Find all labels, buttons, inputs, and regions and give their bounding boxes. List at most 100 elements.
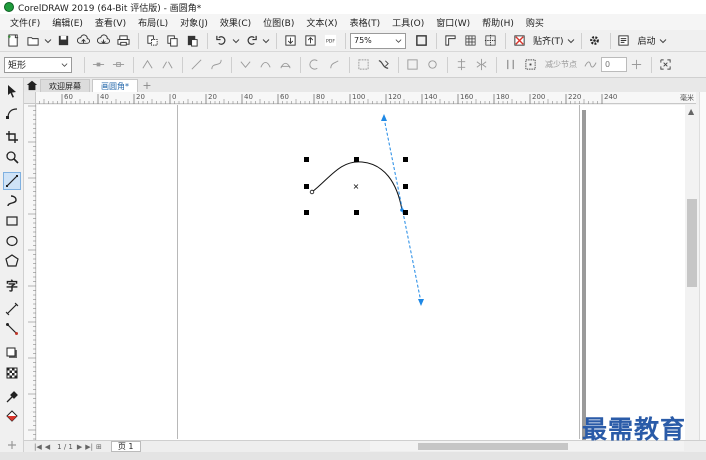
polygon-tool-icon[interactable] xyxy=(3,252,21,270)
scroll-up-arrow-icon[interactable]: ▲ xyxy=(688,107,694,116)
menu-object[interactable]: 对象(J) xyxy=(174,16,214,29)
drawing-canvas[interactable] xyxy=(37,105,685,440)
import-icon[interactable] xyxy=(281,32,299,50)
menu-text[interactable]: 文本(X) xyxy=(300,16,343,29)
plus-icon[interactable] xyxy=(627,56,645,74)
last-page-icon[interactable]: ▶| xyxy=(85,443,93,451)
interactive-fill-tool-icon[interactable] xyxy=(3,408,21,426)
ruler-origin[interactable] xyxy=(24,92,36,104)
artistic-media-tool-icon[interactable] xyxy=(3,192,21,210)
new-tab-plus-icon[interactable]: + xyxy=(140,79,154,92)
ellipse-tool-icon[interactable] xyxy=(3,232,21,250)
chevron-down-icon[interactable] xyxy=(44,32,52,50)
next-page-icon[interactable]: ▶ xyxy=(77,443,82,451)
to-line-icon[interactable] xyxy=(187,56,205,74)
connector-tool-icon[interactable] xyxy=(3,320,21,338)
menu-window[interactable]: 窗口(W) xyxy=(430,16,476,29)
break-curve-icon[interactable] xyxy=(158,56,176,74)
color-palette-strip[interactable] xyxy=(699,92,706,440)
cusp-node-icon[interactable] xyxy=(236,56,254,74)
symmetrical-node-icon[interactable] xyxy=(276,56,294,74)
options-gear-icon[interactable] xyxy=(586,32,604,50)
text-tool-icon[interactable]: 字 xyxy=(3,276,21,294)
join-nodes-icon[interactable] xyxy=(138,56,156,74)
publish-pdf-icon[interactable]: PDF xyxy=(321,32,339,50)
home-icon[interactable] xyxy=(24,78,40,92)
add-node-icon[interactable] xyxy=(89,56,107,74)
transparency-tool-icon[interactable] xyxy=(3,364,21,382)
tab-active-document[interactable]: 画圆角* xyxy=(92,79,138,92)
menu-view[interactable]: 查看(V) xyxy=(89,16,132,29)
add-page-icon[interactable]: ⊞ xyxy=(96,443,102,451)
export-icon[interactable] xyxy=(301,32,319,50)
cut-icon[interactable] xyxy=(143,32,161,50)
rectangle-tool-icon[interactable] xyxy=(3,212,21,230)
extract-subpath-icon[interactable] xyxy=(354,56,372,74)
menu-bitmaps[interactable]: 位图(B) xyxy=(257,16,300,29)
elastic-mode-icon[interactable] xyxy=(501,56,519,74)
parallel-dimension-tool-icon[interactable] xyxy=(3,300,21,318)
close-curve-icon[interactable] xyxy=(374,56,392,74)
menu-file[interactable]: 文件(F) xyxy=(4,16,46,29)
freehand-tool-icon[interactable] xyxy=(3,172,21,190)
chevron-down-icon[interactable] xyxy=(232,32,240,50)
paste-icon[interactable] xyxy=(183,32,201,50)
vertical-scrollbar[interactable]: ▲ xyxy=(685,105,699,440)
chevron-down-icon[interactable] xyxy=(262,32,270,50)
open-folder-icon[interactable] xyxy=(24,32,42,50)
extend-curve-icon[interactable] xyxy=(325,56,343,74)
show-guidelines-icon[interactable] xyxy=(481,32,499,50)
page-sheet[interactable] xyxy=(177,105,580,439)
show-rulers-icon[interactable] xyxy=(441,32,459,50)
snap-to-menu[interactable]: 贴齐(T) xyxy=(533,34,564,47)
menu-layout[interactable]: 布局(L) xyxy=(132,16,174,29)
chevron-down-icon[interactable] xyxy=(659,32,667,50)
tab-welcome-screen[interactable]: 欢迎屏幕 xyxy=(40,79,90,92)
stretch-nodes-icon[interactable] xyxy=(403,56,421,74)
zoom-tool-icon[interactable] xyxy=(3,148,21,166)
menu-buy[interactable]: 购买 xyxy=(520,16,550,29)
new-document-icon[interactable] xyxy=(4,32,22,50)
reduce-nodes-button[interactable]: 减少节点 xyxy=(545,59,577,70)
cloud-upload-icon[interactable] xyxy=(74,32,92,50)
curve-smoothness-input[interactable]: 0 xyxy=(601,57,627,72)
smooth-node-icon[interactable] xyxy=(256,56,274,74)
select-all-nodes-icon[interactable] xyxy=(521,56,539,74)
select-all-nodes-box-icon[interactable] xyxy=(656,56,674,74)
chevron-down-icon[interactable] xyxy=(567,32,575,50)
launch-menu[interactable]: 启动 xyxy=(638,34,656,47)
snap-off-icon[interactable] xyxy=(510,32,528,50)
menu-edit[interactable]: 编辑(E) xyxy=(46,16,89,29)
menu-effects[interactable]: 效果(C) xyxy=(214,16,257,29)
zoom-level-select[interactable]: 75% xyxy=(350,32,406,49)
menu-tools[interactable]: 工具(O) xyxy=(386,16,430,29)
drop-shadow-tool-icon[interactable] xyxy=(3,344,21,362)
reverse-direction-icon[interactable] xyxy=(305,56,323,74)
crop-tool-icon[interactable] xyxy=(3,128,21,146)
undo-icon[interactable] xyxy=(212,32,230,50)
copy-icon[interactable] xyxy=(163,32,181,50)
redo-icon[interactable] xyxy=(242,32,260,50)
delete-node-icon[interactable] xyxy=(109,56,127,74)
pick-tool-icon[interactable] xyxy=(3,82,21,100)
horizontal-scroll-thumb[interactable] xyxy=(418,443,568,450)
cloud-download-icon[interactable] xyxy=(94,32,112,50)
mirror-nodes-icon[interactable] xyxy=(472,56,490,74)
previous-page-icon[interactable]: ◀ xyxy=(45,443,50,451)
vertical-ruler[interactable] xyxy=(24,104,36,440)
horizontal-ruler[interactable]: 60 40 20 0 20 40 60 80 100 120 140 160 180 200 220 240 … xyxy=(36,92,696,104)
align-nodes-icon[interactable] xyxy=(452,56,470,74)
page-tab-1[interactable]: 页 1 xyxy=(110,441,141,452)
shape-tool-icon[interactable] xyxy=(3,104,21,122)
object-type-select[interactable]: 矩形 xyxy=(4,56,72,73)
rotate-nodes-icon[interactable] xyxy=(423,56,441,74)
launch-app-icon[interactable] xyxy=(615,32,633,50)
menu-table[interactable]: 表格(T) xyxy=(344,16,387,29)
eyedropper-tool-icon[interactable] xyxy=(3,388,21,406)
vertical-scroll-thumb[interactable] xyxy=(687,199,697,287)
first-page-icon[interactable]: |◀ xyxy=(34,443,42,451)
print-icon[interactable] xyxy=(114,32,132,50)
to-curve-icon[interactable] xyxy=(207,56,225,74)
show-grid-icon[interactable] xyxy=(461,32,479,50)
save-icon[interactable] xyxy=(54,32,72,50)
